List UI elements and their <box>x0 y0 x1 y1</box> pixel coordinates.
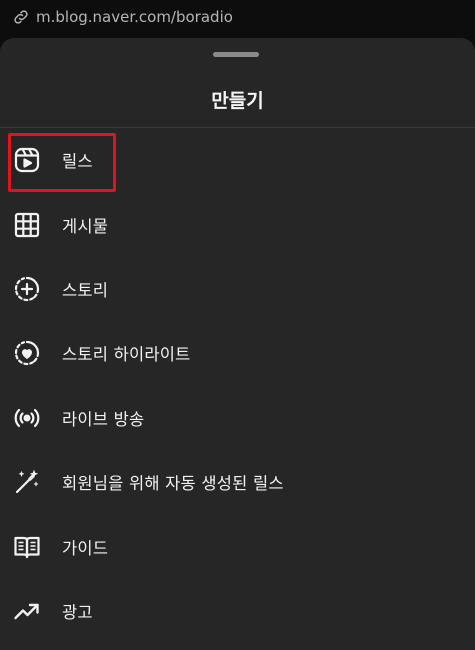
menu-item-label: 스토리 <box>62 280 109 300</box>
menu-item-auto-reels[interactable]: 회원님을 위해 자동 생성된 릴스 <box>0 450 475 514</box>
sheet-title: 만들기 <box>211 90 264 112</box>
sheet-drag-handle[interactable] <box>213 52 259 57</box>
menu-item-guide[interactable]: 가이드 <box>0 514 475 578</box>
menu-item-label: 라이브 방송 <box>62 409 145 429</box>
menu-item-label: 광고 <box>62 602 93 622</box>
live-broadcast-icon <box>13 404 41 432</box>
menu-item-story[interactable]: 스토리 <box>0 257 475 321</box>
menu-item-label: 가이드 <box>62 538 109 558</box>
menu-item-live[interactable]: 라이브 방송 <box>0 386 475 450</box>
menu-item-label: 릴스 <box>62 152 93 172</box>
highlight-heart-icon <box>13 339 41 367</box>
grid-icon <box>13 211 41 239</box>
create-menu: 릴스 게시물 스토리 스토리 하이라이트 라이브 방송 회원님을 위해 자동 생… <box>0 128 475 643</box>
url-bar[interactable]: m.blog.naver.com/boradio <box>0 0 475 34</box>
create-bottom-sheet: 만들기 릴스 게시물 스토리 스토리 하이라이트 라이브 방송 회원님을 위해 … <box>0 38 475 650</box>
menu-item-label: 스토리 하이라이트 <box>62 345 191 365</box>
url-text: m.blog.naver.com/boradio <box>36 8 233 26</box>
menu-item-story-highlight[interactable]: 스토리 하이라이트 <box>0 321 475 385</box>
menu-item-label: 회원님을 위해 자동 생성된 릴스 <box>62 474 284 494</box>
magic-wand-icon <box>13 468 41 496</box>
menu-item-post[interactable]: 게시물 <box>0 192 475 256</box>
reels-icon <box>13 146 41 174</box>
menu-item-label: 게시물 <box>62 216 109 236</box>
menu-item-ads[interactable]: 광고 <box>0 579 475 643</box>
link-icon <box>12 8 30 26</box>
guide-book-icon <box>13 533 41 561</box>
menu-item-reels[interactable]: 릴스 <box>0 128 475 192</box>
trending-up-icon <box>13 597 41 625</box>
story-add-icon <box>13 275 41 303</box>
